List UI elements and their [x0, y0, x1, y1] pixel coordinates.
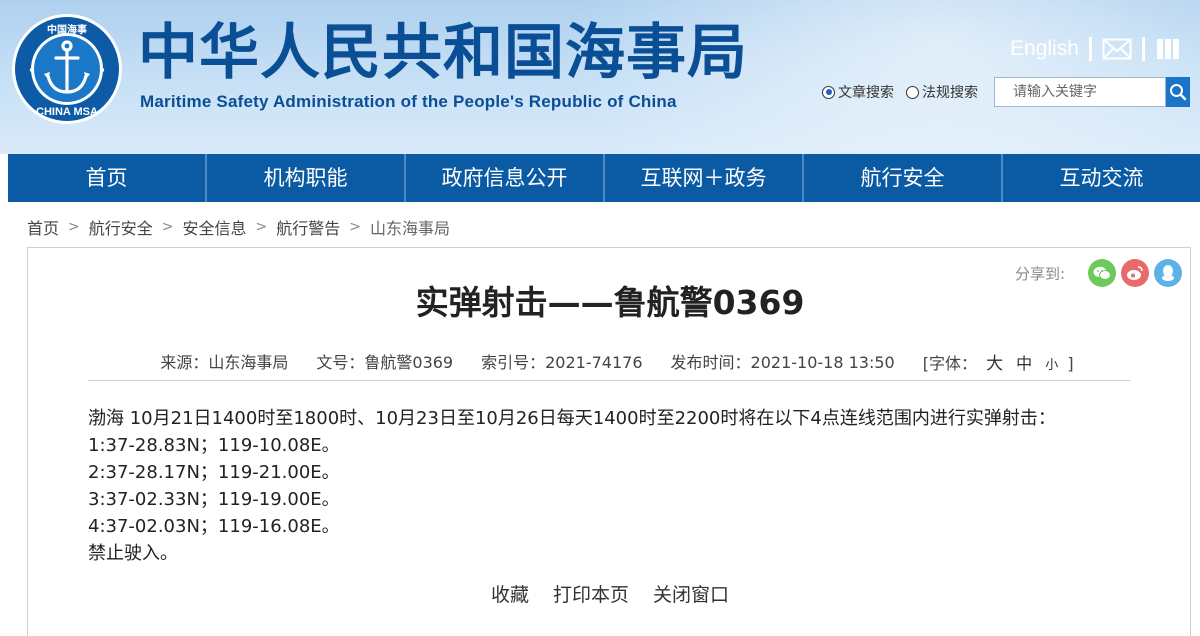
nav-interaction[interactable]: 互动交流	[1001, 154, 1200, 202]
nav-internet-gov[interactable]: 互联网＋政务	[603, 154, 802, 202]
search-input[interactable]	[994, 77, 1166, 107]
content-paragraph: 渤海 10月21日1400时至1800时、10月23日至10月26日每天1400…	[88, 408, 1056, 429]
content-paragraph: 1:37-28.83N；119-10.08E。	[88, 435, 340, 456]
divider	[1141, 37, 1145, 61]
font-size-label: [字体：	[922, 353, 977, 373]
font-size-close-bracket: ]	[1067, 353, 1074, 373]
meta-index-number: 索引号：2021-74176	[481, 353, 643, 372]
msa-logo[interactable]: 中国海事 CHINA MSA	[10, 12, 124, 126]
radio-regulations[interactable]	[906, 85, 919, 99]
breadcrumb: 首页 > 航行安全 > 安全信息 > 航行警告 > 山东海事局	[27, 214, 450, 240]
english-link[interactable]: English	[1010, 37, 1079, 61]
close-window-button[interactable]: 关闭窗口	[653, 580, 729, 606]
radio-articles[interactable]	[822, 85, 835, 99]
font-size-small-button[interactable]: 小	[1045, 358, 1058, 373]
article-content: 渤海 10月21日1400时至1800时、10月23日至10月26日每天1400…	[88, 405, 1130, 567]
breadcrumb-separator: >	[349, 219, 361, 235]
breadcrumb-safety-info[interactable]: 安全信息	[183, 215, 247, 239]
site-header: 中国海事 CHINA MSA 中华人民共和国海事局 Maritime Safet…	[0, 0, 1200, 154]
article-meta: 来源：山东海事局 文号：鲁航警0369 索引号：2021-74176 发布时间：…	[28, 348, 1192, 374]
search-icon	[1170, 84, 1187, 101]
search-bar: 文章搜索 法规搜索	[822, 77, 1190, 107]
content-paragraph: 2:37-28.17N；119-21.00E。	[88, 462, 340, 483]
content-paragraph: 3:37-02.33N；119-19.00E。	[88, 489, 340, 510]
font-size-large-button[interactable]: 大	[986, 354, 1003, 374]
divider	[1088, 37, 1092, 61]
search-button[interactable]	[1166, 77, 1190, 107]
nav-functions[interactable]: 机构职能	[205, 154, 404, 202]
nav-home[interactable]: 首页	[8, 154, 205, 202]
search-option-regulations[interactable]: 法规搜索	[906, 82, 978, 102]
mail-icon[interactable]	[1102, 38, 1132, 60]
breadcrumb-nav-warnings[interactable]: 航行警告	[276, 215, 340, 239]
search-option-articles[interactable]: 文章搜索	[822, 82, 894, 102]
article-actions: 收藏 打印本页 关闭窗口	[28, 580, 1192, 606]
logo-top-text: 中国海事	[47, 23, 87, 36]
breadcrumb-navigation-safety[interactable]: 航行安全	[89, 215, 153, 239]
font-size-control: [字体： 大 中 小 ]	[923, 349, 1074, 374]
breadcrumb-separator: >	[161, 219, 174, 235]
content-paragraph: 4:37-02.03N；119-16.08E。	[88, 516, 340, 537]
meta-doc-number: 文号：鲁航警0369	[316, 353, 454, 372]
main-nav: 首页 机构职能 政府信息公开 互联网＋政务 航行安全 互动交流	[8, 154, 1200, 202]
site-subtitle: Maritime Safety Administration of the Pe…	[140, 92, 677, 111]
meta-source: 来源：山东海事局	[160, 353, 289, 372]
article-container: 分享到: 实弹射击——鲁航警0369 来源：山东海事局 文号：鲁航警0369 索…	[27, 247, 1191, 636]
meta-publish-time: 发布时间：2021-10-18 13:50	[670, 353, 895, 372]
book-icon[interactable]	[1155, 36, 1185, 62]
breadcrumb-separator: >	[68, 219, 80, 235]
article-title: 实弹射击——鲁航警0369	[415, 283, 805, 322]
radio-label: 法规搜索	[922, 85, 978, 101]
font-size-medium-button[interactable]: 中	[1016, 354, 1032, 373]
radio-label: 文章搜索	[838, 85, 894, 101]
top-links: English	[1010, 34, 1185, 64]
breadcrumb-home[interactable]: 首页	[27, 215, 59, 239]
nav-navigation-safety[interactable]: 航行安全	[802, 154, 1001, 202]
favorite-button[interactable]: 收藏	[491, 580, 529, 606]
meta-divider	[88, 380, 1130, 381]
breadcrumb-current[interactable]: 山东海事局	[370, 215, 450, 239]
nav-gov-info[interactable]: 政府信息公开	[404, 154, 603, 202]
content-paragraph: 禁止驶入。	[88, 543, 178, 564]
print-button[interactable]: 打印本页	[553, 580, 629, 606]
site-title: 中华人民共和国海事局	[138, 18, 748, 88]
breadcrumb-separator: >	[255, 219, 268, 235]
logo-bottom-text: CHINA MSA	[36, 106, 98, 118]
